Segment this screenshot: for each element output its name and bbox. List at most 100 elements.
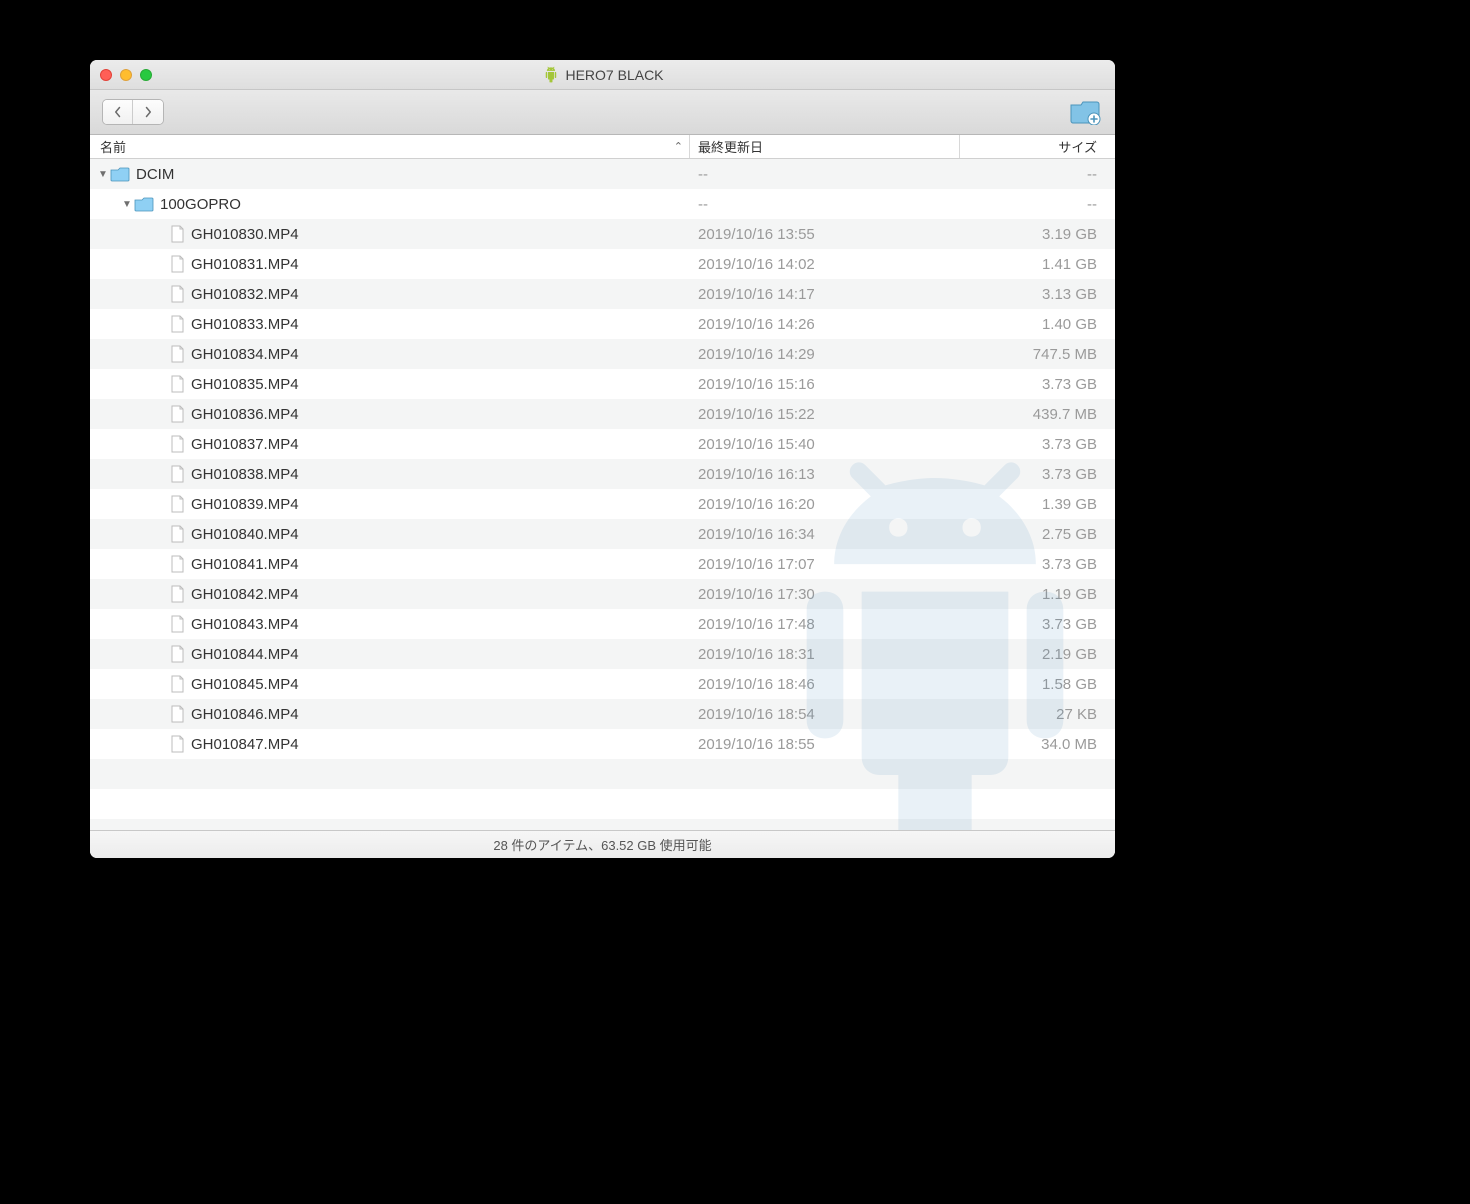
row-date: 2019/10/16 15:22	[690, 406, 960, 423]
row-date: 2019/10/16 16:20	[690, 496, 960, 513]
row-name: GH010839.MP4	[191, 496, 299, 513]
header-date-label: 最終更新日	[698, 137, 763, 156]
row-size: 3.73 GB	[960, 616, 1115, 633]
file-row[interactable]: GH010832.MP42019/10/16 14:173.13 GB	[90, 279, 1115, 309]
disclosure-triangle-icon[interactable]: ▼	[96, 169, 110, 180]
row-date: 2019/10/16 14:26	[690, 316, 960, 333]
file-row[interactable]: GH010835.MP42019/10/16 15:163.73 GB	[90, 369, 1115, 399]
row-date: 2019/10/16 15:16	[690, 376, 960, 393]
file-row[interactable]: GH010830.MP42019/10/16 13:553.19 GB	[90, 219, 1115, 249]
file-icon	[170, 525, 185, 543]
row-size: 3.73 GB	[960, 556, 1115, 573]
row-size: 1.41 GB	[960, 256, 1115, 273]
row-date: 2019/10/16 17:30	[690, 586, 960, 603]
row-name: GH010840.MP4	[191, 526, 299, 543]
row-size: 3.73 GB	[960, 436, 1115, 453]
folder-icon	[110, 166, 130, 182]
file-icon	[170, 585, 185, 603]
window-title-group: HERO7 BLACK	[541, 66, 663, 84]
row-size: 27 KB	[960, 706, 1115, 723]
folder-icon	[134, 196, 154, 212]
row-name: GH010842.MP4	[191, 586, 299, 603]
file-icon	[170, 645, 185, 663]
minimize-button[interactable]	[120, 69, 132, 81]
status-text: 28 件のアイテム、63.52 GB 使用可能	[493, 835, 711, 854]
file-row[interactable]: GH010844.MP42019/10/16 18:312.19 GB	[90, 639, 1115, 669]
empty-row	[90, 819, 1115, 830]
folder-row[interactable]: ▼ 100GOPRO ----	[90, 189, 1115, 219]
row-name: GH010830.MP4	[191, 226, 299, 243]
row-name: GH010832.MP4	[191, 286, 299, 303]
row-size: --	[960, 196, 1115, 213]
file-row[interactable]: GH010833.MP42019/10/16 14:261.40 GB	[90, 309, 1115, 339]
file-icon	[170, 285, 185, 303]
row-date: 2019/10/16 17:48	[690, 616, 960, 633]
file-list[interactable]: ▼DCIM----▼100GOPRO----GH010830.MP42019/1…	[90, 159, 1115, 830]
zoom-button[interactable]	[140, 69, 152, 81]
row-date: 2019/10/16 13:55	[690, 226, 960, 243]
file-icon	[170, 735, 185, 753]
file-row[interactable]: GH010836.MP4 2019/10/16 15:22439.7 MB	[90, 399, 1115, 429]
file-icon	[170, 315, 185, 333]
titlebar: HERO7 BLACK	[90, 60, 1115, 90]
row-size: 1.39 GB	[960, 496, 1115, 513]
row-name: GH010843.MP4	[191, 616, 299, 633]
file-row[interactable]: GH010842.MP4 2019/10/16 17:301.19 GB	[90, 579, 1115, 609]
header-date[interactable]: 最終更新日	[690, 135, 960, 158]
header-size[interactable]: サイズ	[960, 135, 1115, 158]
file-row[interactable]: GH010831.MP4 2019/10/16 14:021.41 GB	[90, 249, 1115, 279]
row-date: 2019/10/16 18:55	[690, 736, 960, 753]
row-name: GH010846.MP4	[191, 706, 299, 723]
row-size: 34.0 MB	[960, 736, 1115, 753]
row-size: 2.19 GB	[960, 646, 1115, 663]
file-row[interactable]: GH010837.MP42019/10/16 15:403.73 GB	[90, 429, 1115, 459]
row-date: 2019/10/16 14:02	[690, 256, 960, 273]
window-title: HERO7 BLACK	[565, 67, 663, 83]
file-row[interactable]: GH010834.MP42019/10/16 14:29747.5 MB	[90, 339, 1115, 369]
file-icon	[170, 465, 185, 483]
file-row[interactable]: GH010841.MP4 2019/10/16 17:073.73 GB	[90, 549, 1115, 579]
row-date: 2019/10/16 15:40	[690, 436, 960, 453]
file-row[interactable]: GH010838.MP42019/10/16 16:133.73 GB	[90, 459, 1115, 489]
file-row[interactable]: GH010847.MP42019/10/16 18:5534.0 MB	[90, 729, 1115, 759]
row-size: 2.75 GB	[960, 526, 1115, 543]
folder-row[interactable]: ▼DCIM----	[90, 159, 1115, 189]
row-date: 2019/10/16 18:54	[690, 706, 960, 723]
file-row[interactable]: GH010840.MP42019/10/16 16:342.75 GB	[90, 519, 1115, 549]
row-size: 439.7 MB	[960, 406, 1115, 423]
file-icon	[170, 495, 185, 513]
row-name: GH010831.MP4	[191, 256, 299, 273]
file-row[interactable]: GH010846.MP4 2019/10/16 18:5427 KB	[90, 699, 1115, 729]
toolbar	[90, 90, 1115, 135]
forward-button[interactable]	[133, 100, 163, 124]
row-date: --	[690, 196, 960, 213]
file-row[interactable]: GH010843.MP4 2019/10/16 17:483.73 GB	[90, 609, 1115, 639]
row-name: GH010841.MP4	[191, 556, 299, 573]
empty-row	[90, 759, 1115, 789]
header-name[interactable]: 名前 ⌃	[90, 135, 690, 158]
nav-buttons	[102, 99, 164, 125]
close-button[interactable]	[100, 69, 112, 81]
new-folder-button[interactable]	[1067, 97, 1103, 127]
row-name: 100GOPRO	[160, 196, 241, 213]
row-date: --	[690, 166, 960, 183]
row-size: 3.73 GB	[960, 376, 1115, 393]
row-size: 1.19 GB	[960, 586, 1115, 603]
file-icon	[170, 435, 185, 453]
row-date: 2019/10/16 17:07	[690, 556, 960, 573]
row-name: GH010836.MP4	[191, 406, 299, 423]
file-row[interactable]: GH010839.MP4 2019/10/16 16:201.39 GB	[90, 489, 1115, 519]
row-size: 3.73 GB	[960, 466, 1115, 483]
file-icon	[170, 555, 185, 573]
back-button[interactable]	[103, 100, 133, 124]
row-size: 3.13 GB	[960, 286, 1115, 303]
android-icon	[541, 66, 559, 84]
file-icon	[170, 375, 185, 393]
row-name: GH010845.MP4	[191, 676, 299, 693]
traffic-lights	[100, 69, 152, 81]
disclosure-triangle-icon[interactable]: ▼	[120, 199, 134, 210]
row-size: 1.40 GB	[960, 316, 1115, 333]
sort-ascending-icon: ⌃	[674, 140, 683, 153]
file-row[interactable]: GH010845.MP42019/10/16 18:461.58 GB	[90, 669, 1115, 699]
row-date: 2019/10/16 14:29	[690, 346, 960, 363]
